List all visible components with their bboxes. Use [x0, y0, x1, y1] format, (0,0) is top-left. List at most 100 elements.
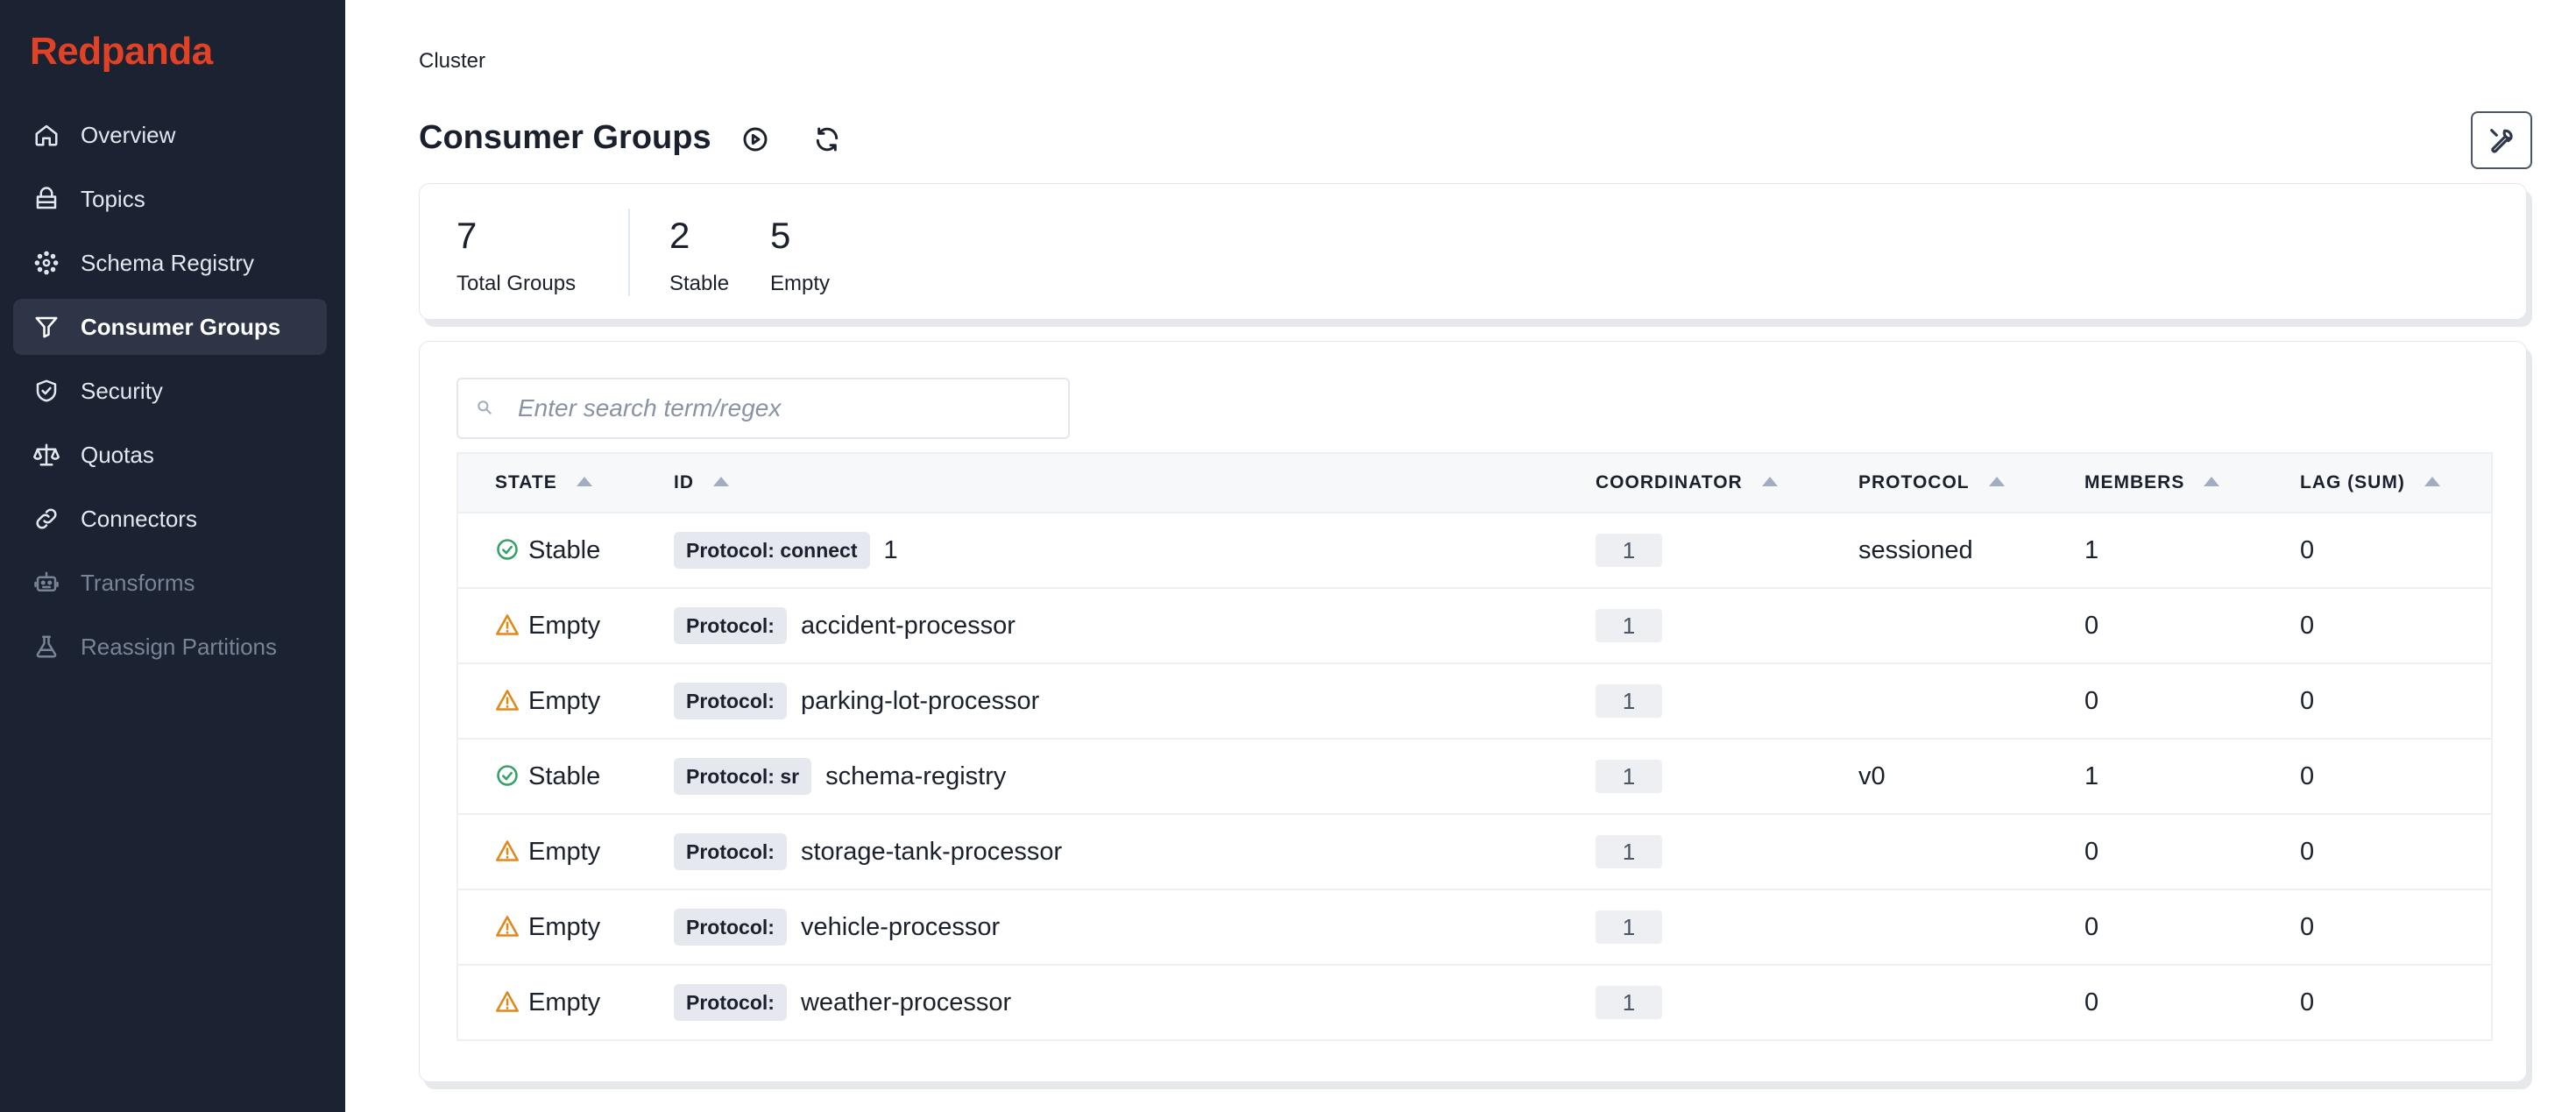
column-label: PROTOCOL	[1858, 472, 1970, 492]
protocol-tag: Protocol:	[674, 607, 787, 644]
cell-protocol	[1822, 965, 2048, 1040]
column-header-coordinator[interactable]: COORDINATOR	[1559, 453, 1822, 513]
cell-state: Empty	[457, 588, 637, 663]
cell-id: Protocol: weather-processor	[637, 965, 1559, 1040]
sidebar-item-transforms[interactable]: Transforms	[13, 555, 327, 611]
cell-lag: 0	[2300, 761, 2315, 790]
sidebar-item-label: Connectors	[81, 505, 197, 532]
cell-members: 0	[2084, 988, 2099, 1016]
cell-coordinator: 1	[1559, 814, 1822, 889]
sidebar-item-quotas[interactable]: Quotas	[13, 427, 327, 483]
table-row[interactable]: Empty Protocol: storage-tank-processor 1…	[457, 814, 2492, 889]
column-label: STATE	[495, 472, 557, 492]
coordinator-tag: 1	[1596, 684, 1662, 718]
brand-logo[interactable]: Redpanda	[30, 30, 213, 74]
table-row[interactable]: Empty Protocol: weather-processor 1 0 0	[457, 965, 2492, 1040]
cell-coordinator: 1	[1559, 965, 1822, 1040]
state-label: Empty	[528, 686, 601, 715]
group-id-link[interactable]: parking-lot-processor	[801, 687, 1039, 716]
topics-icon	[32, 185, 60, 213]
coordinator-tag: 1	[1596, 609, 1662, 642]
play-button[interactable]	[739, 123, 772, 156]
protocol-tag: Protocol:	[674, 683, 787, 719]
sidebar-item-label: Consumer Groups	[81, 313, 281, 340]
stat-value: 2	[669, 215, 690, 256]
stat-label: Stable	[669, 272, 730, 296]
group-id-link[interactable]: storage-tank-processor	[801, 838, 1062, 867]
sidebar-item-connectors[interactable]: Connectors	[13, 491, 327, 547]
state-label: Empty	[528, 837, 601, 866]
stat-total-groups: 7 Total Groups	[456, 215, 577, 296]
sidebar-item-schema-registry[interactable]: Schema Registry	[13, 235, 327, 291]
sidebar-item-label: Security	[81, 377, 163, 404]
cell-members: 1	[2084, 535, 2099, 564]
cell-lag: 0	[2300, 611, 2315, 640]
sidebar-item-overview[interactable]: Overview	[13, 107, 327, 163]
breadcrumb[interactable]: Cluster	[419, 49, 485, 74]
group-id-link[interactable]: vehicle-processor	[801, 913, 1000, 942]
table-row[interactable]: Empty Protocol: parking-lot-processor 1 …	[457, 663, 2492, 739]
sidebar-item-reassign-partitions[interactable]: Reassign Partitions	[13, 619, 327, 675]
table-row[interactable]: Stable Protocol: sr schema-registry 1 v0…	[457, 739, 2492, 814]
sort-arrow-icon	[2424, 476, 2440, 486]
sidebar: Redpanda Overview Topics Schema Registry…	[0, 0, 345, 1112]
cell-coordinator: 1	[1559, 739, 1822, 814]
column-label: LAG (SUM)	[2300, 472, 2405, 492]
cell-id: Protocol: accident-processor	[637, 588, 1559, 663]
group-id-link[interactable]: accident-processor	[801, 612, 1016, 641]
stats-card: 7 Total Groups 2 Stable 5 Empty	[419, 183, 2527, 320]
stat-divider	[628, 209, 630, 296]
column-header-members[interactable]: MEMBERS	[2048, 453, 2263, 513]
cell-coordinator: 1	[1559, 889, 1822, 965]
warning-icon	[495, 688, 521, 714]
sidebar-item-consumer-groups[interactable]: Consumer Groups	[13, 299, 327, 355]
sidebar-item-label: Topics	[81, 185, 145, 212]
table-row[interactable]: Stable Protocol: connect 1 1 sessioned 1…	[457, 513, 2492, 588]
column-header-state[interactable]: STATE	[457, 453, 637, 513]
sort-arrow-icon	[2204, 476, 2220, 486]
group-id-link[interactable]: weather-processor	[801, 988, 1011, 1017]
cell-protocol	[1822, 588, 2048, 663]
sidebar-item-topics[interactable]: Topics	[13, 171, 327, 227]
cell-id: Protocol: sr schema-registry	[637, 739, 1559, 814]
home-icon	[32, 121, 60, 149]
cell-members: 1	[2084, 761, 2099, 790]
sidebar-item-label: Schema Registry	[81, 249, 254, 276]
cell-members: 0	[2084, 686, 2099, 715]
search-input[interactable]	[518, 394, 1061, 422]
sort-arrow-icon	[1988, 476, 2005, 486]
debug-tools-button[interactable]	[2471, 111, 2532, 169]
sidebar-item-label: Transforms	[81, 569, 195, 596]
sort-arrow-icon	[576, 476, 592, 486]
table-row[interactable]: Empty Protocol: vehicle-processor 1 0 0	[457, 889, 2492, 965]
scale-icon	[32, 441, 60, 469]
cell-id: Protocol: vehicle-processor	[637, 889, 1559, 965]
state-label: Stable	[528, 761, 601, 790]
group-id-link[interactable]: schema-registry	[825, 762, 1006, 791]
group-id-link[interactable]: 1	[884, 536, 898, 565]
cell-protocol: v0	[1858, 761, 1886, 790]
cell-id: Protocol: connect 1	[637, 513, 1559, 588]
column-label: ID	[674, 472, 694, 492]
play-circle-icon	[741, 125, 769, 153]
stat-label: Total Groups	[456, 272, 577, 296]
wrench-icon	[2487, 125, 2516, 155]
sidebar-item-security[interactable]: Security	[13, 363, 327, 419]
check-circle-icon	[495, 537, 521, 563]
column-header-protocol[interactable]: PROTOCOL	[1822, 453, 2048, 513]
cell-lag: 0	[2300, 535, 2315, 564]
refresh-button[interactable]	[810, 123, 844, 156]
state-label: Stable	[528, 535, 601, 564]
column-header-id[interactable]: ID	[637, 453, 1559, 513]
table-row[interactable]: Empty Protocol: accident-processor 1 0 0	[457, 588, 2492, 663]
cell-protocol	[1822, 814, 2048, 889]
stat-empty: 5 Empty	[770, 215, 830, 296]
refresh-icon	[813, 125, 841, 153]
cell-state: Empty	[457, 814, 637, 889]
cell-lag: 0	[2300, 686, 2315, 715]
column-header-lag[interactable]: LAG (SUM)	[2263, 453, 2492, 513]
cell-id: Protocol: storage-tank-processor	[637, 814, 1559, 889]
cell-coordinator: 1	[1559, 513, 1822, 588]
state-label: Empty	[528, 912, 601, 941]
column-label: MEMBERS	[2084, 472, 2185, 492]
